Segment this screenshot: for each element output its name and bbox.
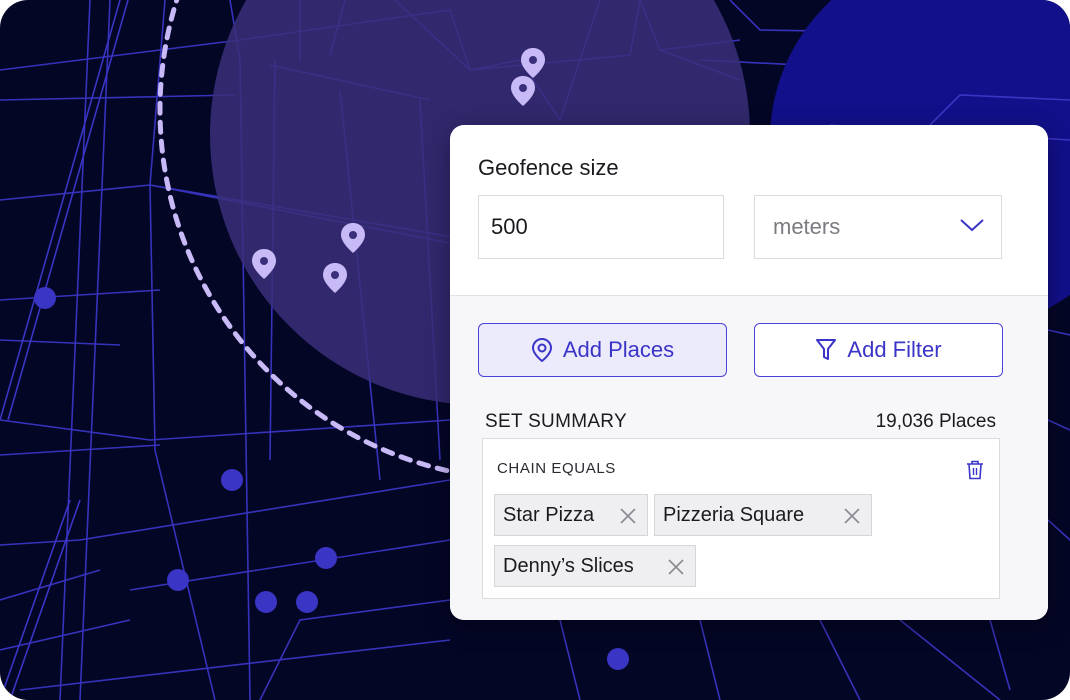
chip-label: Denny’s Slices [503, 555, 634, 577]
close-icon[interactable] [619, 507, 637, 525]
add-places-label: Add Places [562, 337, 675, 362]
chip-dennys-slices: Denny’s Slices [494, 545, 696, 587]
unit-select-value: meters [773, 214, 841, 239]
chip-label: Pizzeria Square [663, 504, 805, 526]
geofence-size-input[interactable]: 500 [478, 195, 724, 259]
set-summary-title: SET SUMMARY [485, 411, 627, 432]
filter-icon [816, 339, 837, 360]
trash-icon[interactable] [966, 460, 984, 480]
map-frame: Geofence size 500 meters Add Places Add … [0, 0, 1070, 700]
highway [0, 0, 129, 421]
geofence-panel: Geofence size 500 meters Add Places Add … [450, 125, 1048, 620]
location-pin-icon [531, 337, 552, 363]
geofence-size-label: Geofence size [478, 155, 619, 180]
chevron-down-icon [960, 219, 984, 232]
chip-pizzeria-square: Pizzeria Square [654, 494, 872, 536]
filter-criteria-box: CHAIN EQUALS Star Pizza Pizzeria Square [482, 438, 1000, 599]
close-icon[interactable] [843, 507, 861, 525]
add-filter-button[interactable]: Add Filter [754, 323, 1003, 377]
add-places-button[interactable]: Add Places [478, 323, 727, 377]
unit-select[interactable]: meters [754, 195, 1002, 259]
close-icon[interactable] [667, 558, 685, 576]
places-count: 19,036 Places [875, 411, 996, 432]
criteria-label: CHAIN EQUALS [497, 460, 616, 477]
chip-star-pizza: Star Pizza [494, 494, 648, 536]
chip-label: Star Pizza [503, 504, 595, 526]
add-filter-label: Add Filter [847, 337, 942, 362]
